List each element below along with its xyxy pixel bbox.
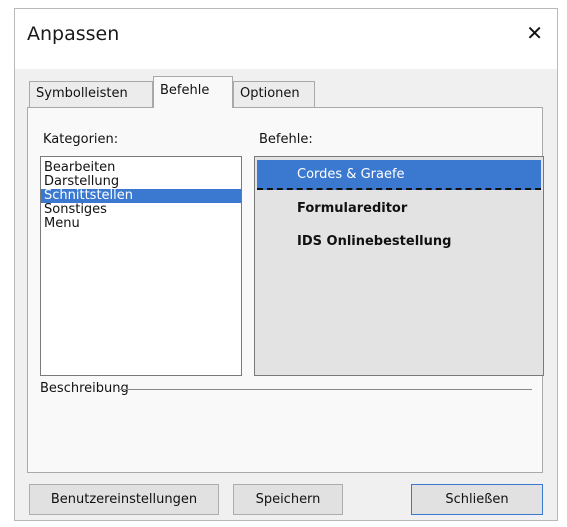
categories-listbox[interactable]: Bearbeiten Darstellung Schnittstellen So… xyxy=(40,156,242,376)
tab-symbolleisten[interactable]: Symbolleisten xyxy=(29,81,153,107)
categories-label: Kategorien: xyxy=(43,132,119,147)
tab-panel-befehle: Kategorien: Befehle: Bearbeiten Darstell… xyxy=(27,107,544,473)
commands-label: Befehle: xyxy=(259,132,313,147)
title-bar: Anpassen ✕ xyxy=(15,9,557,69)
list-item[interactable]: Formulareditor xyxy=(257,194,541,224)
save-button[interactable]: Speichern xyxy=(233,484,343,515)
commands-listbox[interactable]: Cordes & Graefe Formulareditor IDS Onlin… xyxy=(254,156,544,376)
tab-befehle[interactable]: Befehle xyxy=(153,76,233,108)
dialog-title: Anpassen xyxy=(27,23,120,45)
close-icon[interactable]: ✕ xyxy=(526,23,543,43)
list-item[interactable]: Menu xyxy=(41,217,241,231)
list-item[interactable]: Bearbeiten xyxy=(41,161,241,175)
description-divider xyxy=(118,389,532,390)
customize-dialog: Anpassen ✕ Symbolleisten Befehle Optione… xyxy=(14,8,558,521)
list-item[interactable]: IDS Onlinebestellung xyxy=(257,227,541,257)
user-settings-button[interactable]: Benutzereinstellungen xyxy=(29,484,219,515)
tab-optionen[interactable]: Optionen xyxy=(233,81,315,107)
list-item[interactable]: Sonstiges xyxy=(41,203,241,217)
description-label: Beschreibung xyxy=(40,381,129,396)
list-item[interactable]: Schnittstellen xyxy=(41,189,241,203)
list-item[interactable]: Cordes & Graefe xyxy=(257,160,541,190)
close-button[interactable]: Schließen xyxy=(411,484,543,515)
list-item[interactable]: Darstellung xyxy=(41,175,241,189)
